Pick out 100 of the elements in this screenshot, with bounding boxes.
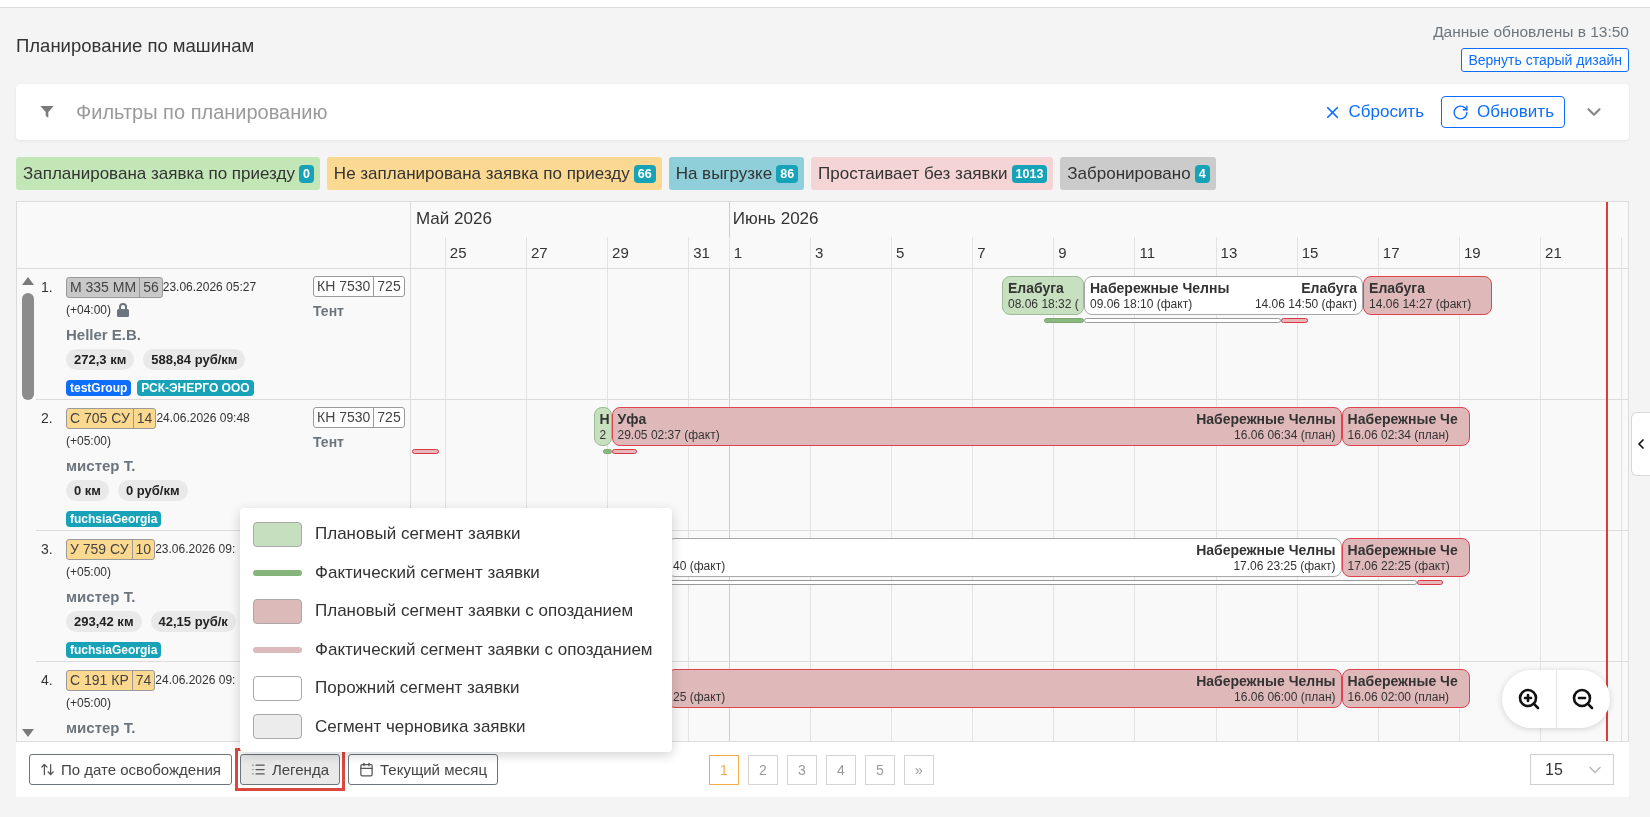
month-label: Май 2026 [416,208,492,230]
filter-field[interactable]: Фильтры по планированию [76,100,456,124]
late-segment[interactable]: Елабуга 14.06 14:27 (факт) [1363,276,1493,315]
plate-number: М 335 ММ [69,277,138,297]
collapse-tab[interactable] [1631,412,1650,476]
scroll-up-icon[interactable] [21,277,34,285]
empty-segment[interactable]: Набережные Челны 09.06 18:10 (факт) Елабуга 14.06 14:50 (факт) [1084,276,1364,315]
filter-icon [40,105,54,119]
count-badge: 66 [633,164,656,183]
day-label: 29 [612,243,629,263]
segment-time: 16.06 06:34 (план) [1234,428,1336,443]
old-design-button[interactable]: Вернуть старый дизайн [1461,48,1629,72]
sort-button[interactable]: По дате освобождения [29,754,232,785]
updated-time-text: Данные обновлены в 13:50 [1433,22,1629,42]
plate-number: У 759 СУ [69,539,130,559]
planned-segment[interactable]: Елабуга 08.06 18:32 ( [1002,276,1084,315]
day-label: 1 [733,243,743,263]
group-tag: РСК-ЭНЕРГО ООО [137,380,254,396]
timezone-text: (+05:00) [66,696,112,710]
plate-number: КН 7530 [316,408,372,427]
segment-city: Уфа [617,411,647,428]
driver-name: мистер Т. [66,718,136,738]
late-segment[interactable]: Набережные Че 16.06 02:00 (план) [1341,669,1471,708]
segment-city: Елабуга [1369,280,1425,297]
count-badge: 86 [776,164,799,183]
body-type-text: Тент [313,302,344,321]
count-badge: 1013 [1011,164,1048,183]
day-label: 27 [530,243,548,263]
driver-name: мистер Т. [66,456,136,476]
plate-region: 10 [131,539,155,559]
release-date-text: 23.06.2026 05:27 [162,280,257,294]
late-fact-line [1281,318,1308,323]
fact-line [602,449,612,454]
day-label: 5 [896,243,905,263]
rate-pill: 42,15 руб/к [150,611,236,632]
scroll-down-icon[interactable] [21,729,34,737]
list-icon [250,762,266,777]
segment-time: 09.06 18:10 (факт) [1090,297,1193,312]
row-number: 1. [40,278,54,297]
segment-time: 2 [599,428,607,443]
day-label: 15 [1301,243,1319,263]
refresh-button[interactable]: Обновить [1441,96,1565,128]
timezone-text: (+05:00) [66,565,112,579]
status-chip[interactable]: Запланирована заявка по приезду 0 [16,157,320,190]
segment-time: 14.06 14:27 (факт) [1369,297,1472,312]
current-month-button[interactable]: Текущий месяц [348,754,499,785]
day-label: 21 [1545,243,1562,263]
legend-label: Фактический сегмент заявки [315,562,540,583]
late-segment[interactable]: Уфа 29.05 02:37 (факт) Набережные Челны 16.06 06:34 (план) [611,407,1342,446]
refresh-icon [1452,103,1469,121]
planned-segment[interactable]: Н 2 [593,407,612,446]
legend-label: Сегмент черновика заявки [315,716,526,737]
legend-label: Фактический сегмент заявки с опозданием [315,639,653,660]
chip-label: Запланирована заявка по приезду [23,163,295,184]
segment-time: 40 (факт) [673,559,726,574]
status-chip[interactable]: Забронировано 4 [1060,157,1216,190]
chip-label: Не запланирована заявка по приезду [333,163,630,184]
day-label: 17 [1382,243,1400,263]
calendar-icon [359,762,374,777]
late-fact-line [611,449,638,454]
segment-city: Набережные Челны [1196,411,1336,428]
month-label: Июнь 2026 [732,208,819,230]
driver-name: мистер Т. [66,587,136,607]
timezone-text: (+05:00) [66,434,112,448]
day-label: 13 [1220,243,1238,263]
release-date-text: 24.06.2026 09: [155,673,236,687]
segment-time: 25 (факт) [673,690,726,705]
plate-number: С 705 СУ [69,408,131,428]
late-fact-line [412,449,439,454]
segment-city: Набережные Че [1347,411,1458,428]
fact-line [1044,318,1084,323]
late-segment[interactable]: Набережные Че 16.06 02:34 (план) [1341,407,1471,446]
legend-label: Плановый сегмент заявки с опозданием [315,601,634,622]
chip-label: Простаивает без заявки [818,163,1008,184]
plate-region: 725 [373,408,404,427]
reset-link[interactable]: Сбросить [1323,102,1424,122]
group-tag: fuchsiaGeorgia [66,511,162,527]
late-segment[interactable]: Набережные Че 17.06 22:25 (факт) [1341,538,1471,577]
page-title: Планирование по машинам [16,35,255,57]
segment-time: 17.06 23:25 (факт) [1233,559,1336,574]
status-chip[interactable]: Не запланирована заявка по приезду 66 [326,157,662,190]
segment-time: 16.06 02:00 (план) [1347,690,1450,705]
scrollbar-thumb[interactable] [21,293,34,400]
row-number: 3. [40,540,54,559]
row-number: 2. [40,409,54,428]
segment-city: Набережные Челны [1196,542,1336,559]
status-chip[interactable]: Простаивает без заявки 1013 [811,157,1054,190]
page-size-select[interactable]: 15 [1530,754,1614,785]
segment-time: 16.06 02:34 (план) [1347,428,1450,443]
legend-button[interactable]: Легенда [239,754,340,785]
status-chip[interactable]: На выгрузке 86 [668,157,805,190]
distance-pill: 293,42 км [66,611,142,632]
segment-city: Н [599,411,610,428]
zoom-in-icon [1516,687,1541,711]
distance-pill: 272,3 км [66,349,135,370]
segment-city: Набережные Челны [1090,280,1230,297]
release-date-text: 24.06.2026 09:48 [156,411,250,425]
plate-region: 74 [131,670,155,690]
row-number: 4. [40,671,54,690]
late-fact-line [1417,580,1444,585]
